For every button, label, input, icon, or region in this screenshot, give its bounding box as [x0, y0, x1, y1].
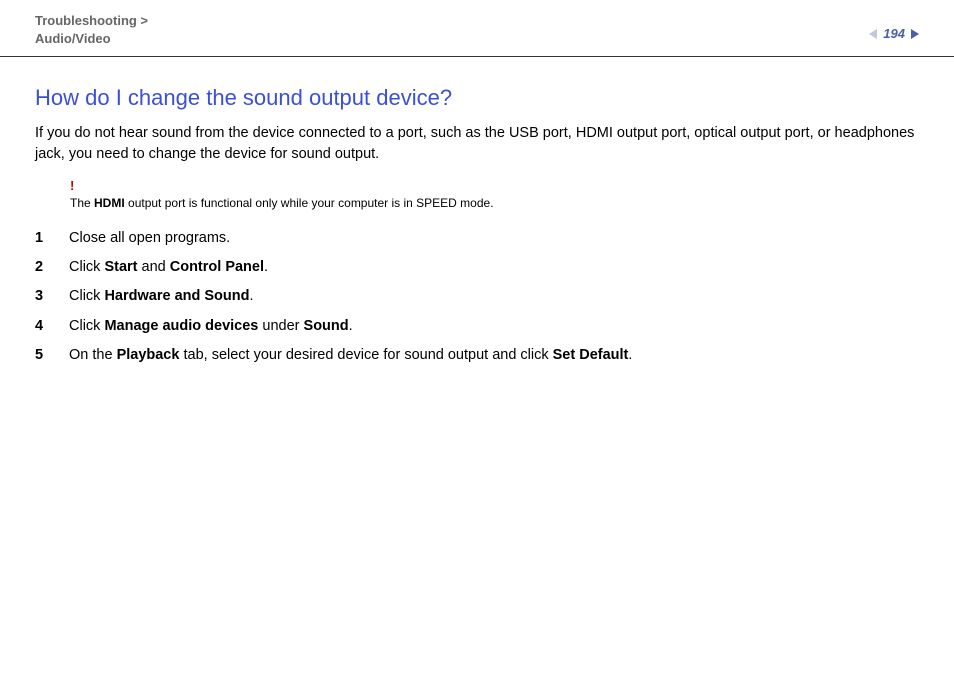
article-title: How do I change the sound output device? — [35, 85, 919, 111]
step-item: 1Close all open programs. — [35, 228, 919, 248]
note-text: The HDMI output port is functional only … — [70, 196, 494, 210]
step-item: 5On the Playback tab, select your desire… — [35, 345, 919, 365]
steps-list: 1Close all open programs.2Click Start an… — [35, 228, 919, 365]
note-block: ! The HDMI output port is functional onl… — [35, 179, 919, 211]
page-number: 194 — [881, 26, 907, 41]
step-number: 3 — [35, 286, 69, 306]
breadcrumb-category: Troubleshooting > — [35, 12, 148, 30]
warning-icon: ! — [70, 179, 919, 193]
prev-page-icon[interactable] — [869, 29, 877, 39]
step-text: On the Playback tab, select your desired… — [69, 345, 632, 365]
content-area: How do I change the sound output device?… — [0, 57, 954, 365]
intro-paragraph: If you do not hear sound from the device… — [35, 123, 919, 165]
page-header: Troubleshooting > Audio/Video 194 — [0, 0, 954, 57]
step-text: Close all open programs. — [69, 228, 230, 248]
breadcrumb: Troubleshooting > Audio/Video — [35, 12, 148, 48]
step-number: 2 — [35, 257, 69, 277]
step-number: 1 — [35, 228, 69, 248]
step-number: 4 — [35, 316, 69, 336]
breadcrumb-page: Audio/Video — [35, 30, 148, 48]
step-item: 4Click Manage audio devices under Sound. — [35, 316, 919, 336]
step-number: 5 — [35, 345, 69, 365]
step-item: 3Click Hardware and Sound. — [35, 286, 919, 306]
step-text: Click Manage audio devices under Sound. — [69, 316, 353, 336]
page-nav: 194 — [869, 26, 919, 41]
step-item: 2Click Start and Control Panel. — [35, 257, 919, 277]
step-text: Click Start and Control Panel. — [69, 257, 268, 277]
step-text: Click Hardware and Sound. — [69, 286, 254, 306]
next-page-icon[interactable] — [911, 29, 919, 39]
